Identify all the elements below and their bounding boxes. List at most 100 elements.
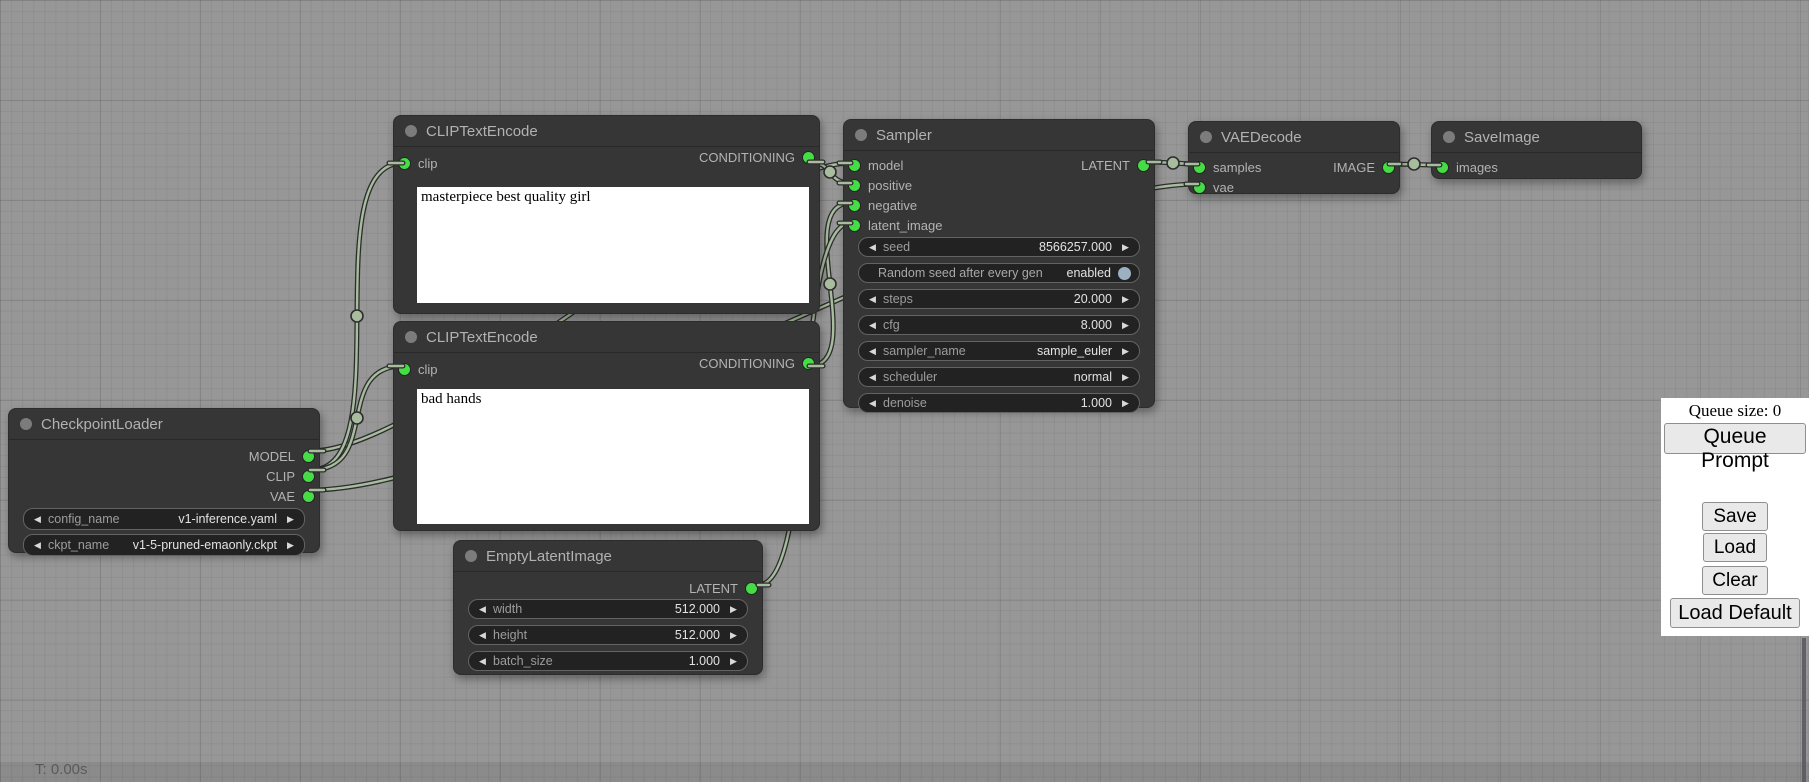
- node-titlebar[interactable]: CLIPTextEncode: [394, 116, 819, 147]
- node-collapse-dot[interactable]: [1443, 131, 1455, 143]
- toggle-indicator-icon[interactable]: [1118, 267, 1131, 280]
- increment-arrow-icon[interactable]: ▶: [1119, 342, 1132, 360]
- output-pin-clip[interactable]: [303, 471, 314, 482]
- widget-ckpt-name[interactable]: ◀ ckpt_name v1-5-pruned-emaonly.ckpt ▶: [23, 534, 305, 556]
- node-save-image[interactable]: SaveImage images: [1431, 121, 1642, 179]
- input-pin-positive[interactable]: [849, 180, 860, 191]
- widget-scheduler[interactable]: ◀ scheduler normal ▶: [858, 367, 1140, 387]
- increment-arrow-icon[interactable]: ▶: [284, 536, 297, 554]
- output-slot-vae: VAE: [9, 486, 319, 506]
- save-button[interactable]: Save: [1702, 502, 1767, 531]
- widget-width[interactable]: ◀ width 512.000 ▶: [468, 599, 748, 619]
- node-collapse-dot[interactable]: [1200, 131, 1212, 143]
- scrollbar-edge[interactable]: [1802, 638, 1806, 782]
- node-title: Sampler: [876, 127, 932, 144]
- output-pin-latent[interactable]: [1138, 160, 1149, 171]
- queue-prompt-button[interactable]: Queue Prompt: [1664, 423, 1806, 454]
- input-pin-samples[interactable]: [1194, 162, 1205, 173]
- input-pin-clip[interactable]: [399, 158, 410, 169]
- increment-arrow-icon[interactable]: ▶: [727, 600, 740, 618]
- node-collapse-dot[interactable]: [405, 125, 417, 137]
- node-collapse-dot[interactable]: [405, 331, 417, 343]
- widget-steps[interactable]: ◀ steps 20.000 ▶: [858, 289, 1140, 309]
- input-pin-vae[interactable]: [1194, 182, 1205, 193]
- input-pin-clip[interactable]: [399, 364, 410, 375]
- node-titlebar[interactable]: CLIPTextEncode: [394, 322, 819, 353]
- output-slot-image: IMAGE: [1284, 157, 1400, 177]
- increment-arrow-icon[interactable]: ▶: [1119, 394, 1132, 412]
- node-collapse-dot[interactable]: [855, 129, 867, 141]
- positive-prompt-textarea[interactable]: masterpiece best quality girl: [417, 187, 809, 303]
- increment-arrow-icon[interactable]: ▶: [1119, 368, 1132, 386]
- widget-seed[interactable]: ◀ seed 8566257.000 ▶: [858, 237, 1140, 257]
- increment-arrow-icon[interactable]: ▶: [727, 652, 740, 670]
- widget-sampler-name[interactable]: ◀ sampler_name sample_euler ▶: [858, 341, 1140, 361]
- output-pin-vae[interactable]: [303, 491, 314, 502]
- link-midpoint-dot: [1167, 157, 1179, 169]
- increment-arrow-icon[interactable]: ▶: [284, 510, 297, 528]
- output-pin-conditioning[interactable]: [803, 152, 814, 163]
- increment-arrow-icon[interactable]: ▶: [1119, 316, 1132, 334]
- decrement-arrow-icon[interactable]: ◀: [476, 626, 489, 644]
- widget-random-seed-toggle[interactable]: Random seed after every gen enabled: [858, 263, 1140, 283]
- output-pin-image[interactable]: [1383, 162, 1394, 173]
- decrement-arrow-icon[interactable]: ◀: [476, 600, 489, 618]
- input-pin-latent-image[interactable]: [849, 220, 860, 231]
- link-midpoint-dot: [824, 278, 836, 290]
- decrement-arrow-icon[interactable]: ◀: [866, 342, 879, 360]
- widget-label: scheduler: [883, 370, 937, 384]
- node-clip-text-encode-negative[interactable]: CLIPTextEncode clip CONDITIONING bad han…: [393, 321, 820, 531]
- increment-arrow-icon[interactable]: ▶: [1119, 238, 1132, 256]
- node-titlebar[interactable]: VAEDecode: [1189, 122, 1399, 153]
- node-checkpoint-loader[interactable]: CheckpointLoader MODEL CLIP VAE ◀ config…: [8, 408, 320, 553]
- increment-arrow-icon[interactable]: ▶: [727, 626, 740, 644]
- decrement-arrow-icon[interactable]: ◀: [476, 652, 489, 670]
- decrement-arrow-icon[interactable]: ◀: [866, 238, 879, 256]
- node-empty-latent-image[interactable]: EmptyLatentImage LATENT ◀ width 512.000 …: [453, 540, 763, 675]
- negative-prompt-textarea[interactable]: bad hands: [417, 389, 809, 524]
- node-titlebar[interactable]: Sampler: [844, 120, 1154, 151]
- node-collapse-dot[interactable]: [20, 418, 32, 430]
- decrement-arrow-icon[interactable]: ◀: [866, 394, 879, 412]
- decrement-arrow-icon[interactable]: ◀: [866, 316, 879, 334]
- node-titlebar[interactable]: CheckpointLoader: [9, 409, 319, 440]
- output-pin-model[interactable]: [303, 451, 314, 462]
- increment-arrow-icon[interactable]: ▶: [1119, 290, 1132, 308]
- widget-batch-size[interactable]: ◀ batch_size 1.000 ▶: [468, 651, 748, 671]
- decrement-arrow-icon[interactable]: ◀: [31, 536, 44, 554]
- output-slot-model: MODEL: [9, 446, 319, 466]
- node-vae-decode[interactable]: VAEDecode samples vae IMAGE: [1188, 121, 1400, 194]
- load-default-button[interactable]: Load Default: [1670, 598, 1799, 628]
- decrement-arrow-icon[interactable]: ◀: [866, 290, 879, 308]
- node-titlebar[interactable]: EmptyLatentImage: [454, 541, 762, 572]
- node-title: VAEDecode: [1221, 129, 1302, 146]
- widget-height[interactable]: ◀ height 512.000 ▶: [468, 625, 748, 645]
- node-clip-text-encode-positive[interactable]: CLIPTextEncode clip CONDITIONING masterp…: [393, 115, 820, 314]
- output-pin-latent[interactable]: [746, 583, 757, 594]
- widget-label: batch_size: [493, 654, 553, 668]
- widget-config-name[interactable]: ◀ config_name v1-inference.yaml ▶: [23, 508, 305, 530]
- node-graph-canvas[interactable]: CheckpointLoader MODEL CLIP VAE ◀ config…: [0, 0, 1809, 782]
- input-pin-model[interactable]: [849, 160, 860, 171]
- decrement-arrow-icon[interactable]: ◀: [31, 510, 44, 528]
- widget-denoise[interactable]: ◀ denoise 1.000 ▶: [858, 393, 1140, 413]
- input-pin-negative[interactable]: [849, 200, 860, 211]
- load-button[interactable]: Load: [1703, 533, 1767, 562]
- widget-label: config_name: [48, 512, 120, 526]
- input-pin-images[interactable]: [1437, 162, 1448, 173]
- widget-cfg[interactable]: ◀ cfg 8.000 ▶: [858, 315, 1140, 335]
- widget-label: height: [493, 628, 527, 642]
- node-collapse-dot[interactable]: [465, 550, 477, 562]
- slot-label: IMAGE: [1333, 160, 1375, 175]
- node-titlebar[interactable]: SaveImage: [1432, 122, 1641, 153]
- output-pin-conditioning[interactable]: [803, 358, 814, 369]
- slot-label: LATENT: [689, 581, 738, 596]
- clear-button[interactable]: Clear: [1702, 566, 1767, 595]
- slot-label: CONDITIONING: [699, 150, 795, 165]
- slot-label: CLIP: [266, 469, 295, 484]
- output-slot-conditioning: CONDITIONING: [564, 353, 819, 373]
- decrement-arrow-icon[interactable]: ◀: [866, 368, 879, 386]
- widget-label: denoise: [883, 396, 927, 410]
- link-midpoint-dot: [351, 310, 363, 322]
- node-sampler[interactable]: Sampler model positive negative latent_i…: [843, 119, 1155, 408]
